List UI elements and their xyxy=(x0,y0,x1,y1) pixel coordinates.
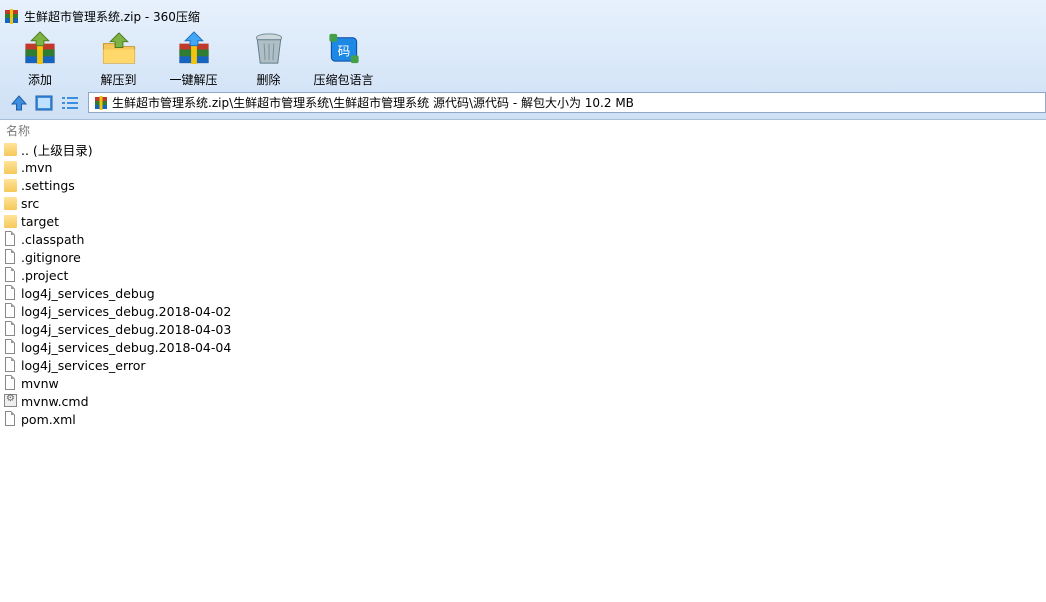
top-ribbon: 生鲜超市管理系统.zip - 360压缩 添加 解压到 一键解压 删除 码 压缩… xyxy=(0,0,1046,120)
list-item[interactable]: .gitignore xyxy=(0,248,1046,266)
title-bar: 生鲜超市管理系统.zip - 360压缩 xyxy=(4,6,200,26)
folder-icon xyxy=(4,177,18,193)
list-item[interactable]: .. (上级目录) xyxy=(0,140,1046,158)
file-icon xyxy=(4,357,18,373)
list-item[interactable]: log4j_services_debug.2018-04-04 xyxy=(0,338,1046,356)
file-name: .settings xyxy=(21,177,75,193)
folder-icon xyxy=(4,141,18,157)
file-icon xyxy=(4,249,18,265)
list-item[interactable]: .project xyxy=(0,266,1046,284)
file-name: .gitignore xyxy=(21,249,81,265)
navigation-row: 生鲜超市管理系统.zip\生鲜超市管理系统\生鲜超市管理系统 源代码\源代码 -… xyxy=(0,90,1046,116)
add-button[interactable]: 添加 xyxy=(0,28,80,88)
archive-path-icon xyxy=(94,95,108,110)
extract-to-button[interactable]: 解压到 xyxy=(82,28,155,88)
svg-text:码: 码 xyxy=(337,43,350,58)
batch-file-icon xyxy=(4,393,18,409)
file-icon xyxy=(4,321,18,337)
add-archive-icon xyxy=(25,31,55,65)
list-item[interactable]: .classpath xyxy=(0,230,1046,248)
file-icon xyxy=(4,375,18,391)
file-name: log4j_services_error xyxy=(21,357,146,373)
list-item[interactable]: target xyxy=(0,212,1046,230)
file-icon xyxy=(4,339,18,355)
list-item[interactable]: mvnw.cmd xyxy=(0,392,1046,410)
file-icon xyxy=(4,267,18,283)
file-icon xyxy=(4,285,18,301)
address-path: 生鲜超市管理系统.zip\生鲜超市管理系统\生鲜超市管理系统 源代码\源代码 -… xyxy=(112,96,634,110)
file-name: .project xyxy=(21,267,69,283)
archive-language-icon: 码 xyxy=(328,33,359,64)
file-name: .classpath xyxy=(21,231,85,247)
window-title: 生鲜超市管理系统.zip - 360压缩 xyxy=(24,9,200,24)
list-item[interactable]: mvnw xyxy=(0,374,1046,392)
extract-to-icon xyxy=(102,32,135,64)
folder-icon xyxy=(4,195,18,211)
one-click-extract-button[interactable]: 一键解压 xyxy=(157,28,230,88)
file-icon xyxy=(4,303,18,319)
file-name: target xyxy=(21,213,60,229)
list-view-icon[interactable] xyxy=(60,93,80,113)
extract-to-label: 解压到 xyxy=(100,73,137,87)
delete-icon xyxy=(255,33,282,64)
list-item[interactable]: .settings xyxy=(0,176,1046,194)
list-item[interactable]: log4j_services_debug.2018-04-03 xyxy=(0,320,1046,338)
list-item[interactable]: log4j_services_error xyxy=(0,356,1046,374)
file-name: log4j_services_debug.2018-04-02 xyxy=(21,303,232,319)
list-item[interactable]: src xyxy=(0,194,1046,212)
file-name: log4j_services_debug xyxy=(21,285,155,301)
one-click-extract-label: 一键解压 xyxy=(169,73,218,87)
file-icon xyxy=(4,231,18,247)
toolbar: 添加 解压到 一键解压 删除 码 压缩包语言 xyxy=(0,28,382,88)
file-name: mvnw xyxy=(21,375,59,391)
file-name: pom.xml xyxy=(21,411,76,427)
winrar-archive-icon xyxy=(4,8,19,24)
address-bar[interactable]: 生鲜超市管理系统.zip\生鲜超市管理系统\生鲜超市管理系统 源代码\源代码 -… xyxy=(88,92,1046,113)
file-list: .. (上级目录) .mvn .settings src target .cla… xyxy=(0,140,1046,428)
column-header[interactable]: 名称 xyxy=(0,120,1046,138)
column-name-label[interactable]: 名称 xyxy=(6,122,30,139)
file-name: log4j_services_debug.2018-04-03 xyxy=(21,321,232,337)
file-name: .. (上级目录) xyxy=(21,142,93,158)
list-item[interactable]: .mvn xyxy=(0,158,1046,176)
one-click-extract-icon xyxy=(178,31,209,65)
list-item[interactable]: pom.xml xyxy=(0,410,1046,428)
archive-language-label: 压缩包语言 xyxy=(313,73,374,87)
file-name: src xyxy=(21,195,40,211)
delete-button[interactable]: 删除 xyxy=(232,28,305,88)
list-item[interactable]: log4j_services_debug.2018-04-02 xyxy=(0,302,1046,320)
add-label: 添加 xyxy=(27,73,52,87)
folder-icon xyxy=(4,159,18,175)
delete-label: 删除 xyxy=(256,73,281,87)
list-item[interactable]: log4j_services_debug xyxy=(0,284,1046,302)
file-icon xyxy=(4,411,18,427)
up-arrow-icon[interactable] xyxy=(9,93,29,113)
file-name: .mvn xyxy=(21,159,53,175)
folder-icon xyxy=(4,213,18,229)
file-name: mvnw.cmd xyxy=(21,393,89,409)
archive-language-button[interactable]: 码 压缩包语言 xyxy=(307,28,380,88)
thumbnail-view-icon[interactable] xyxy=(34,93,54,113)
file-name: log4j_services_debug.2018-04-04 xyxy=(21,339,232,355)
